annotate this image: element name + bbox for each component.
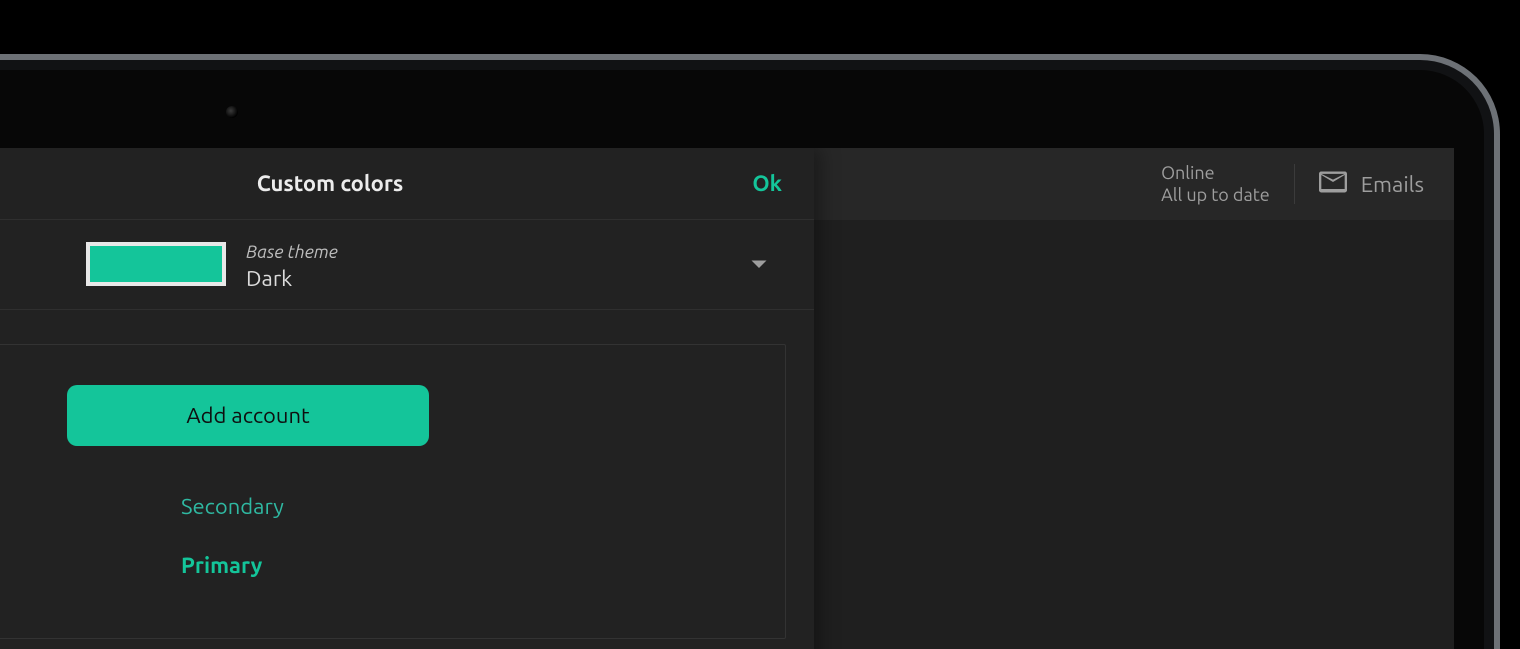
chevron-down-icon [750, 256, 768, 278]
base-theme-label: Base theme [246, 242, 338, 262]
primary-example[interactable]: Primary [181, 553, 785, 578]
theme-text: Base theme Dark [246, 242, 338, 291]
connection-status: Online All up to date [1161, 162, 1270, 207]
theme-color-swatch[interactable] [86, 242, 226, 286]
base-theme-value: Dark [246, 266, 338, 291]
stage: Online All up to date Emails [0, 0, 1520, 649]
custom-colors-panel: Custom colors Ok Base theme Dark [0, 148, 814, 649]
device-inner-bezel: Online All up to date Emails [0, 60, 1494, 649]
device-outer-bezel: Online All up to date Emails [0, 54, 1500, 649]
secondary-example[interactable]: Secondary [181, 494, 785, 519]
ok-button[interactable]: Ok [752, 171, 782, 196]
status-online: Online [1161, 162, 1215, 185]
status-divider [1294, 164, 1295, 204]
mail-icon [1319, 171, 1347, 198]
emails-label: Emails [1361, 172, 1424, 197]
panel-title: Custom colors [0, 171, 814, 196]
emails-button[interactable]: Emails [1319, 171, 1424, 198]
base-theme-row[interactable]: Base theme Dark [0, 220, 814, 310]
device-camera [226, 106, 238, 118]
status-sync: All up to date [1161, 184, 1270, 207]
device-glass: Online All up to date Emails [0, 70, 1484, 649]
app-screen: Online All up to date Emails [0, 148, 1454, 649]
panel-header: Custom colors Ok [0, 148, 814, 220]
theme-preview-card: Add account Secondary Primary [0, 344, 786, 639]
add-account-button[interactable]: Add account [67, 385, 429, 446]
